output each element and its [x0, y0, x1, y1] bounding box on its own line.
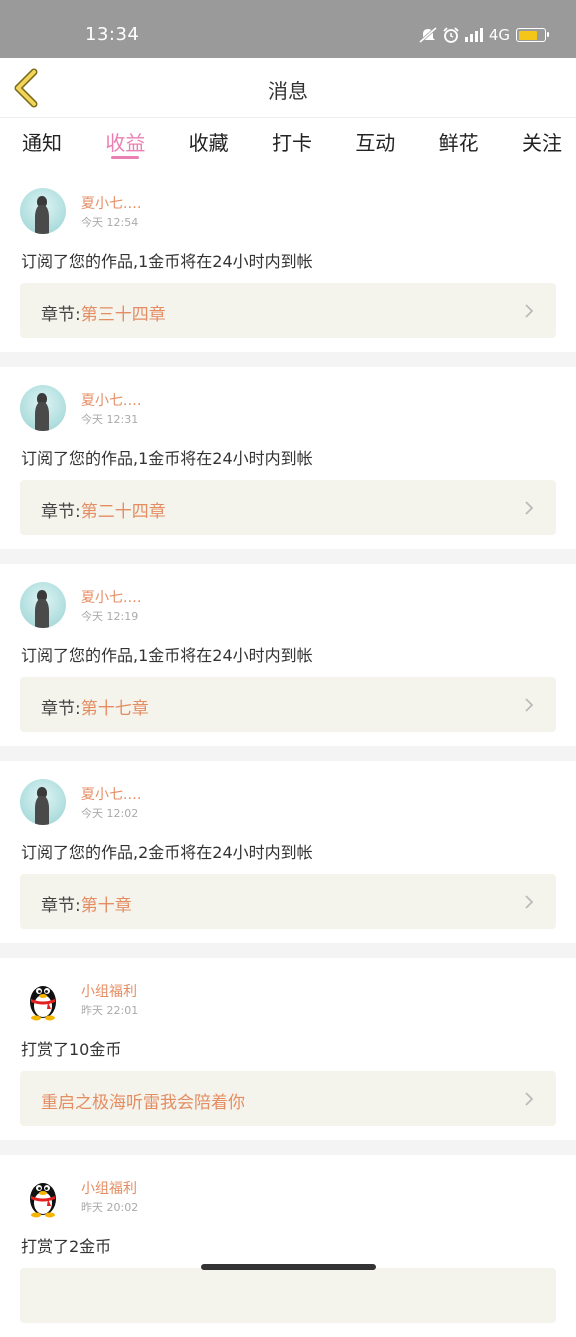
penguin-icon	[30, 986, 56, 1021]
avatar[interactable]	[20, 385, 66, 431]
message-time: 今天 12:54	[81, 216, 139, 229]
divider	[0, 549, 576, 564]
divider	[0, 1140, 576, 1155]
chevron-right-icon	[525, 304, 534, 318]
work-title: 重启之极海听雷我会陪着你	[41, 1093, 245, 1113]
chevron-right-icon	[525, 698, 534, 712]
tab-interactions[interactable]: 互动	[355, 118, 395, 170]
alarm-icon	[443, 27, 459, 43]
avatar[interactable]	[20, 976, 66, 1022]
chapter-prefix: 章节:	[41, 896, 81, 916]
message-time: 今天 12:31	[81, 413, 139, 426]
message-text: 订阅了您的作品,2金币将在24小时内到帐	[21, 843, 313, 862]
chapter-label: 章节: 第十七章	[41, 694, 149, 719]
message-card: 夏小七.… 今天 12:19 订阅了您的作品,1金币将在24小时内到帐 章节: …	[0, 564, 576, 746]
tab-bar: 通知 收益 收藏 打卡 互动 鲜花 关注	[0, 118, 576, 170]
user-name[interactable]: 夏小七.…	[81, 193, 141, 213]
message-text: 订阅了您的作品,1金币将在24小时内到帐	[21, 449, 313, 468]
chapter-label: 章节: 第二十四章	[41, 497, 166, 522]
message-card: 夏小七.… 今天 12:54 订阅了您的作品,1金币将在24小时内到帐 章节: …	[0, 170, 576, 352]
battery-icon	[516, 28, 549, 42]
message-time: 昨天 20:02	[81, 1201, 139, 1214]
chapter-prefix: 章节:	[41, 305, 81, 325]
tab-favorites[interactable]: 收藏	[189, 118, 229, 170]
work-link[interactable]	[20, 1268, 556, 1323]
chapter-prefix: 章节:	[41, 502, 81, 522]
message-card: 夏小七.… 今天 12:02 订阅了您的作品,2金币将在24小时内到帐 章节: …	[0, 761, 576, 943]
avatar[interactable]	[20, 779, 66, 825]
avatar[interactable]	[20, 188, 66, 234]
divider	[0, 352, 576, 367]
signal-icon	[464, 28, 483, 42]
tab-earnings[interactable]: 收益	[105, 118, 145, 170]
message-time: 今天 12:02	[81, 807, 139, 820]
divider	[0, 746, 576, 761]
status-icons: 4G	[418, 26, 549, 44]
message-text: 订阅了您的作品,1金币将在24小时内到帐	[21, 252, 313, 271]
avatar[interactable]	[20, 582, 66, 628]
message-list: 夏小七.… 今天 12:54 订阅了您的作品,1金币将在24小时内到帐 章节: …	[0, 170, 576, 1337]
chapter-label: 章节: 第三十四章	[41, 300, 166, 325]
user-name[interactable]: 小组福利	[81, 981, 137, 1001]
status-bar: 13:34 4G	[0, 0, 576, 58]
message-time: 今天 12:19	[81, 610, 139, 623]
tab-checkin[interactable]: 打卡	[272, 118, 312, 170]
tab-notifications[interactable]: 通知	[22, 118, 62, 170]
message-card: 小组福利 昨天 20:02 打赏了2金币	[0, 1155, 576, 1337]
chevron-right-icon	[525, 895, 534, 909]
chapter-label: 章节: 第十章	[41, 891, 132, 916]
divider	[0, 943, 576, 958]
chapter-prefix: 章节:	[41, 699, 81, 719]
user-name[interactable]: 夏小七.…	[81, 390, 141, 410]
message-text: 订阅了您的作品,1金币将在24小时内到帐	[21, 646, 313, 665]
user-name[interactable]: 小组福利	[81, 1178, 137, 1198]
chapter-link[interactable]: 章节: 第二十四章	[20, 480, 556, 535]
message-time: 昨天 22:01	[81, 1004, 139, 1017]
chevron-right-icon	[525, 1092, 534, 1106]
work-label: 重启之极海听雷我会陪着你	[41, 1088, 245, 1113]
chapter-name: 第三十四章	[80, 305, 166, 325]
work-link[interactable]: 重启之极海听雷我会陪着你	[20, 1071, 556, 1126]
top-nav-bar: 消息	[0, 58, 576, 118]
chapter-link[interactable]: 章节: 第十七章	[20, 677, 556, 732]
mute-icon	[418, 27, 437, 43]
tab-following[interactable]: 关注	[522, 118, 562, 170]
page-title: 消息	[268, 79, 308, 103]
tab-flowers[interactable]: 鲜花	[439, 118, 479, 170]
user-name[interactable]: 夏小七.…	[81, 784, 141, 804]
status-time: 13:34	[85, 24, 140, 45]
message-text: 打赏了10金币	[21, 1040, 122, 1059]
penguin-icon	[30, 1183, 56, 1218]
avatar[interactable]	[20, 1173, 66, 1219]
chevron-right-icon	[525, 501, 534, 515]
chapter-name: 第十章	[80, 896, 132, 916]
chapter-link[interactable]: 章节: 第三十四章	[20, 283, 556, 338]
message-text: 打赏了2金币	[21, 1237, 112, 1256]
chapter-name: 第十七章	[80, 699, 149, 719]
message-card: 小组福利 昨天 22:01 打赏了10金币 重启之极海听雷我会陪着你	[0, 958, 576, 1140]
network-type: 4G	[488, 26, 510, 44]
chapter-name: 第二十四章	[80, 502, 166, 522]
chapter-link[interactable]: 章节: 第十章	[20, 874, 556, 929]
message-card: 夏小七.… 今天 12:31 订阅了您的作品,1金币将在24小时内到帐 章节: …	[0, 367, 576, 549]
home-indicator[interactable]	[201, 1264, 376, 1270]
user-name[interactable]: 夏小七.…	[81, 587, 141, 607]
